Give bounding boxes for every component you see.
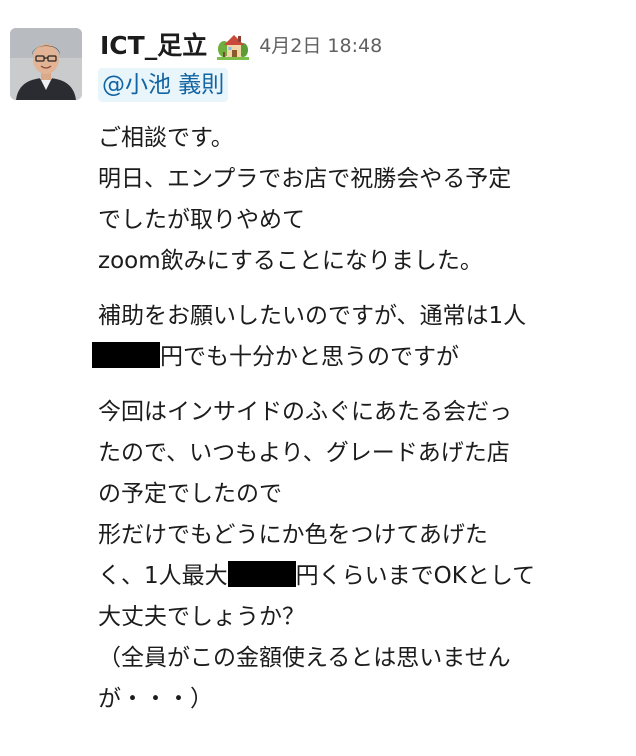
message-body: ご相談です。 明日、エンプラでお店で祝勝会やる予定 でしたが取りやめて zoom… (92, 118, 628, 734)
text-line: 大丈夫でしょうか？ (98, 604, 305, 630)
text-fragment: 円でも十分かと思うのですが (160, 344, 459, 370)
text-line: が・・・） (98, 686, 213, 712)
redaction-bar (92, 342, 160, 368)
text-line: でしたが取りやめて (98, 207, 305, 233)
text-line: 補助をお願いしたいのですが、通常は1人 (98, 303, 527, 329)
text-line: 今回はインサイドのふぐにあたる会だっ (98, 399, 512, 425)
text-fragment: く、1人最大 (98, 563, 228, 589)
text-line: ご相談です。 (98, 125, 234, 151)
text-line: 形だけでもどうにか色をつけてあげた (98, 522, 488, 548)
user-photo (10, 28, 82, 100)
text-line: たので、いつもより、グレードあげた店 (98, 440, 510, 466)
text-line: zoom飲みにすることになりました。 (98, 248, 483, 274)
paragraph: 今回はインサイドのふぐにあたる会だっ たので、いつもより、グレードあげた店 の予… (98, 392, 628, 720)
text-fragment: 円くらいまでOKとして (295, 563, 536, 589)
house-with-garden-icon[interactable] (217, 28, 250, 60)
text-line: （全員がこの金額使えるとは思いません (98, 645, 511, 671)
text-line: く、1人最大 円くらいまでOKとして (98, 556, 628, 597)
avatar[interactable] (10, 28, 82, 100)
message-header: ICT_足立 4月2日 18:48 (100, 24, 382, 64)
text-line: 明日、エンプラでお店で祝勝会やる予定 (98, 166, 512, 192)
timestamp[interactable]: 4月2日 18:48 (259, 31, 382, 58)
text-line: 円でも十分かと思うのですが (92, 337, 628, 378)
paragraph: ご相談です。 明日、エンプラでお店で祝勝会やる予定 でしたが取りやめて zoom… (98, 118, 628, 282)
paragraph: 補助をお願いしたいのですが、通常は1人 円でも十分かと思うのですが (92, 296, 628, 378)
text-line: の予定でしたので (98, 481, 282, 507)
user-mention[interactable]: @小池 義則 (98, 68, 229, 102)
sender-name[interactable]: ICT_足立 (100, 26, 207, 62)
redaction-bar (227, 561, 296, 587)
